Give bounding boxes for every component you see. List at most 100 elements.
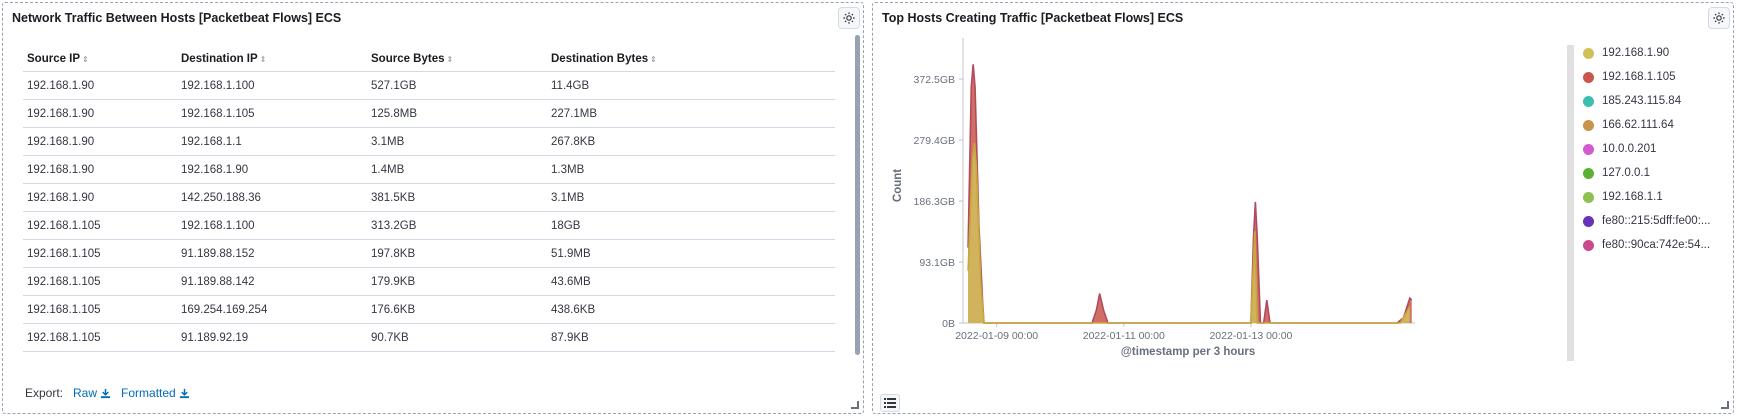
sort-icon: ⇕	[82, 55, 89, 64]
table-cell: 527.1GB	[367, 71, 547, 100]
table-cell: 91.189.88.142	[177, 267, 367, 296]
table-cell: 192.168.1.1	[177, 127, 367, 156]
table-cell: 142.250.188.36	[177, 183, 367, 212]
table-cell: 1.3MB	[547, 155, 835, 184]
y-tick-label: 93.1GB	[919, 257, 955, 269]
series-area	[968, 142, 1410, 323]
table-cell: 90.7KB	[367, 323, 547, 352]
legend-color-dot	[1583, 191, 1594, 203]
legend-item[interactable]: 185.243.115.84	[1583, 89, 1723, 113]
table-row: 192.168.1.90 192.168.1.100 527.1GB 11.4GB	[23, 71, 835, 100]
legend-item[interactable]: 192.168.1.1	[1583, 185, 1723, 209]
table-cell: 3.1MB	[547, 183, 835, 212]
table-row: 192.168.1.105 169.254.169.254 176.6KB 438.6…	[23, 295, 835, 324]
table-row: 192.168.1.90 192.168.1.105 125.8MB 227.1MB	[23, 99, 835, 128]
table-cell: 179.9KB	[367, 267, 547, 296]
legend-toggle-button[interactable]	[880, 394, 900, 412]
table-cell: 169.254.169.254	[177, 295, 367, 324]
legend-label: fe80::90ca:742e:54...	[1602, 239, 1711, 251]
traffic-table: Source IP ⇕ Destination IP ⇕ Source Bytes ⇕…	[23, 47, 835, 352]
table-cell: 51.9MB	[547, 239, 835, 268]
legend-item[interactable]: 166.62.111.64	[1583, 113, 1723, 137]
traffic-area-chart: 0B 93.1GB 186.3GB 279.4GB 372.5GB 2022-01-09 …	[892, 38, 1415, 358]
table-cell: 267.8KB	[547, 127, 835, 156]
table-row: 192.168.1.90 192.168.1.1 3.1MB 267.8KB	[23, 127, 835, 156]
legend-item[interactable]: 127.0.0.1	[1583, 161, 1723, 185]
table-cell: 192.168.1.105	[23, 239, 177, 268]
table-cell: 192.168.1.105	[177, 99, 367, 128]
sort-icon: ⇕	[259, 55, 267, 64]
table-cell: 11.4GB	[547, 71, 835, 100]
table-row: 192.168.1.90 142.250.188.36 381.5KB 3.1MB	[23, 183, 835, 212]
y-tick-label: 279.4GB	[914, 135, 955, 147]
table-row: 192.168.1.105 91.189.92.19 90.7KB 87.9KB	[23, 323, 835, 352]
legend-item[interactable]: 192.168.1.90	[1583, 41, 1723, 65]
list-icon	[884, 398, 896, 408]
chart-legend: 192.168.1.90 192.168.1.105 185.243.115.84 1…	[1583, 41, 1723, 257]
x-tick-label: 2022-01-13 00:00	[1209, 330, 1292, 342]
table-cell: 192.168.1.90	[177, 155, 367, 184]
table-cell: 192.168.1.90	[23, 127, 177, 156]
series-line	[967, 64, 1413, 324]
table-cell: 192.168.1.90	[23, 99, 177, 128]
column-header-source-bytes[interactable]: Source Bytes ⇕	[367, 47, 547, 72]
legend-item[interactable]: fe80::215:5dff:fe00:...	[1583, 209, 1723, 233]
y-tick-label: 186.3GB	[914, 196, 955, 208]
legend-label: 127.0.0.1	[1602, 167, 1650, 179]
table-cell: 192.168.1.105	[23, 211, 177, 240]
network-traffic-panel: Network Traffic Between Hosts [Packetbea…	[2, 2, 864, 414]
export-formatted-link[interactable]: Formatted	[121, 386, 190, 400]
legend-color-dot	[1583, 167, 1594, 179]
sort-icon: ⇕	[446, 55, 454, 64]
legend-color-dot	[1583, 119, 1594, 131]
legend-label: 185.243.115.84	[1602, 95, 1682, 107]
x-axis-title: @timestamp per 3 hours	[1121, 346, 1256, 358]
table-row: 192.168.1.105 91.189.88.142 179.9KB 43.6MB	[23, 267, 835, 296]
table-cell: 192.168.1.90	[23, 71, 177, 100]
panel-options-button[interactable]	[1708, 7, 1730, 29]
column-header-destination-bytes[interactable]: Destination Bytes ⇕	[547, 47, 835, 72]
table-row: 192.168.1.105 192.168.1.100 313.2GB 18GB	[23, 211, 835, 240]
table-cell: 91.189.92.19	[177, 323, 367, 352]
table-cell: 125.8MB	[367, 99, 547, 128]
table-cell: 192.168.1.105	[23, 295, 177, 324]
x-tick-label: 2022-01-11 00:00	[1083, 330, 1165, 342]
table-cell: 227.1MB	[547, 99, 835, 128]
table-cell: 438.6KB	[547, 295, 835, 324]
table-row: 192.168.1.90 192.168.1.90 1.4MB 1.3MB	[23, 155, 835, 184]
export-bar: Export: Raw Formatted	[25, 386, 190, 400]
legend-color-dot	[1583, 239, 1594, 251]
export-raw-link[interactable]: Raw	[73, 386, 111, 400]
table-cell: 18GB	[547, 211, 835, 240]
resize-handle[interactable]	[851, 401, 859, 409]
export-label: Export:	[25, 386, 64, 400]
gear-icon	[843, 12, 855, 24]
legend-label: fe80::215:5dff:fe00:...	[1602, 215, 1711, 227]
table-cell: 381.5KB	[367, 183, 547, 212]
table-scrollbar[interactable]	[855, 35, 860, 355]
download-icon	[100, 388, 111, 398]
panel-title: Network Traffic Between Hosts [Packetbea…	[12, 11, 342, 25]
column-header-destination-ip[interactable]: Destination IP ⇕	[177, 47, 367, 72]
table-cell: 192.168.1.105	[23, 267, 177, 296]
legend-label: 192.168.1.105	[1602, 71, 1676, 83]
legend-label: 166.62.111.64	[1602, 119, 1674, 131]
legend-item[interactable]: 192.168.1.105	[1583, 65, 1723, 89]
table-cell: 192.168.1.100	[177, 211, 367, 240]
panel-options-button[interactable]	[838, 7, 860, 29]
resize-handle[interactable]	[1721, 401, 1729, 409]
legend-scrollbar[interactable]	[1567, 45, 1574, 361]
legend-item[interactable]: 10.0.0.201	[1583, 137, 1723, 161]
table-row: 192.168.1.105 91.189.88.152 197.8KB 51.9MB	[23, 239, 835, 268]
legend-color-dot	[1583, 143, 1594, 155]
sort-icon: ⇕	[650, 55, 657, 64]
table-cell: 197.8KB	[367, 239, 547, 268]
column-header-source-ip[interactable]: Source IP ⇕	[23, 47, 177, 72]
legend-label: 192.168.1.90	[1602, 47, 1670, 59]
x-tick-label: 2022-01-09 00:00	[955, 330, 1038, 342]
legend-item[interactable]: fe80::90ca:742e:54...	[1583, 233, 1723, 257]
table-cell: 1.4MB	[367, 155, 547, 184]
legend-color-dot	[1583, 71, 1594, 83]
table-cell: 192.168.1.90	[23, 183, 177, 212]
table-cell: 87.9KB	[547, 323, 835, 352]
